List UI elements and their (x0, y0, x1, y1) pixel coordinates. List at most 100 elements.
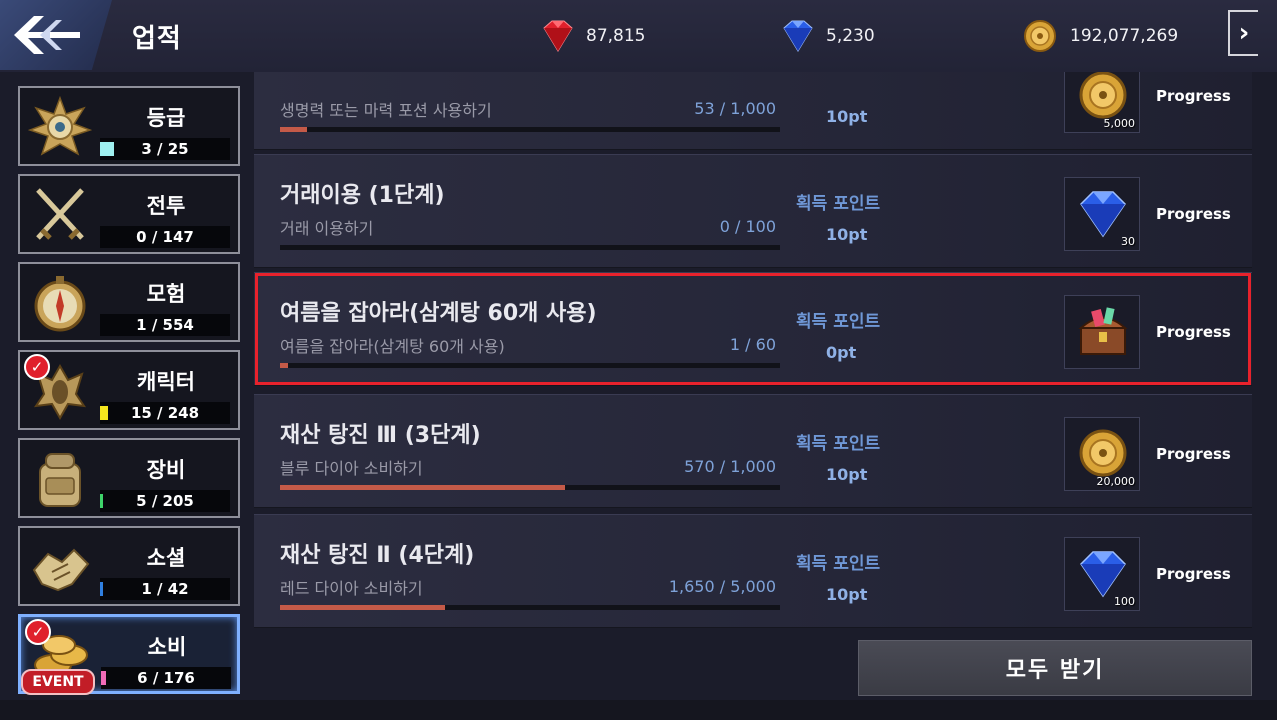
reward-slot[interactable]: 5,000 (1064, 72, 1140, 133)
event-badge: EVENT (21, 669, 95, 695)
crossed-swords-icon (36, 188, 84, 240)
achievement-list[interactable]: 생명력 또는 마력 포션 사용하기 53 / 1,000 10pt 5,000 … (254, 72, 1254, 632)
gold-coin-icon (1024, 20, 1056, 52)
achievement-progress-fill (280, 127, 307, 132)
achievement-row: 생명력 또는 마력 포션 사용하기 53 / 1,000 10pt 5,000 … (254, 72, 1252, 150)
achievement-title: 재산 탕진 Ⅱ (4단계) (280, 543, 475, 568)
category-count: 3 / 25 (141, 140, 189, 158)
category-label: 장비 (146, 458, 186, 482)
reward-slot[interactable]: 20,000 (1064, 417, 1140, 491)
achievement-progress-text: 53 / 1,000 (694, 99, 776, 118)
achievement-title: 여름을 잡아라(삼계탕 60개 사용) (280, 301, 597, 326)
category-label: 전투 (146, 194, 186, 218)
category-equipment[interactable]: 장비 5 / 205 (18, 438, 240, 518)
category-count: 6 / 176 (137, 669, 195, 687)
category-label: 소비 (147, 635, 187, 659)
category-label: 등급 (146, 106, 186, 130)
gold-amount: 192,077,269 (1070, 26, 1179, 46)
treasure-chest-icon (1078, 307, 1128, 355)
achievement-row: 재산 탕진 Ⅲ (3단계) 블루 다이아 소비하기 570 / 1,000 획득… (254, 394, 1252, 508)
points-value: 10pt (826, 585, 868, 604)
achievement-row: 재산 탕진 Ⅱ (4단계) 레드 다이아 소비하기 1,650 / 5,000 … (254, 514, 1252, 628)
category-count: 0 / 147 (136, 228, 194, 246)
back-arrow-icon[interactable] (10, 12, 86, 58)
blue-diamond-icon (783, 20, 813, 52)
claim-all-button[interactable]: 모두 받기 (858, 640, 1252, 696)
achievement-progress-fill (280, 363, 289, 368)
category-progress-bar: 1 / 554 (100, 314, 230, 336)
achievement-description: 블루 다이아 소비하기 (280, 459, 423, 478)
achievement-description: 레드 다이아 소비하기 (280, 579, 423, 598)
category-grade[interactable]: 등급 3 / 25 (18, 86, 240, 166)
achievement-row: 여름을 잡아라(삼계탕 60개 사용) 여름을 잡아라(삼계탕 60개 사용) … (254, 272, 1252, 386)
next-page-button[interactable]: › (1228, 10, 1258, 56)
category-combat[interactable]: 전투 0 / 147 (18, 174, 240, 254)
compass-icon (34, 276, 86, 332)
points-label: 획득 포인트 (796, 194, 881, 214)
achievement-title: 재산 탕진 Ⅲ (3단계) (280, 423, 481, 448)
claim-all-label: 모두 받기 (1005, 658, 1105, 683)
category-label: 모험 (146, 282, 186, 306)
blue-diamond-icon (1080, 551, 1126, 598)
category-social[interactable]: 소셜 1 / 42 (18, 526, 240, 606)
category-label: 캐릭터 (137, 370, 195, 394)
category-count: 1 / 42 (141, 580, 189, 598)
category-count: 5 / 205 (136, 492, 194, 510)
category-progress-bar: 6 / 176 (101, 667, 231, 689)
achievement-progress-bar (280, 605, 780, 610)
top-bar: 업적 87,815 5,230 192,077,269 › (0, 0, 1277, 72)
achievement-progress-bar (280, 127, 780, 132)
achievement-progress-text: 570 / 1,000 (684, 457, 776, 476)
reward-slot[interactable] (1064, 295, 1140, 369)
achievement-progress-bar (280, 245, 780, 250)
status-label: Progress (1156, 445, 1231, 463)
achievement-progress-bar (280, 363, 780, 368)
category-count: 1 / 554 (136, 316, 194, 334)
check-badge-icon: ✓ (25, 619, 51, 645)
achievement-row: 거래이용 (1단계) 거래 이용하기 0 / 100 획득 포인트 10pt 3… (254, 154, 1252, 268)
reward-slot[interactable]: 100 (1064, 537, 1140, 611)
category-character[interactable]: ✓ 캐릭터 15 / 248 (18, 350, 240, 430)
category-adventure[interactable]: 모험 1 / 554 (18, 262, 240, 342)
blue-diamond-amount: 5,230 (826, 26, 875, 46)
reward-count: 30 (1121, 235, 1135, 248)
points-label: 획득 포인트 (796, 312, 881, 332)
category-progress-bar: 15 / 248 (100, 402, 230, 424)
points-label: 획득 포인트 (796, 434, 881, 454)
points-value: 10pt (826, 465, 868, 484)
category-progress-bar: 3 / 25 (100, 138, 230, 160)
emblem-icon (28, 96, 92, 156)
achievement-description: 거래 이용하기 (280, 219, 374, 238)
points-value: 10pt (826, 225, 868, 244)
status-label: Progress (1156, 87, 1231, 105)
points-label: 획득 포인트 (796, 554, 881, 574)
gold-coin-icon (1079, 429, 1127, 477)
achievement-progress-text: 1,650 / 5,000 (668, 577, 776, 596)
page-title: 업적 (132, 24, 182, 54)
achievement-progress-fill (280, 485, 565, 490)
category-count: 15 / 248 (130, 404, 200, 422)
points-value: 0pt (826, 343, 857, 362)
reward-count: 20,000 (1096, 475, 1136, 488)
reward-slot[interactable]: 30 (1064, 177, 1140, 251)
blue-diamond-icon (1080, 191, 1126, 238)
red-diamond-amount: 87,815 (586, 26, 646, 46)
points-value: 10pt (826, 107, 868, 126)
achievement-description: 생명력 또는 마력 포션 사용하기 (280, 101, 492, 120)
status-label: Progress (1156, 323, 1231, 341)
category-consume[interactable]: ✓ EVENT 소비 6 / 176 (18, 614, 240, 695)
backpack-icon (39, 453, 81, 507)
achievement-progress-bar (280, 485, 780, 490)
category-label: 소셜 (146, 546, 186, 570)
red-diamond-icon (543, 20, 573, 52)
status-label: Progress (1156, 205, 1231, 223)
category-progress-bar: 5 / 205 (100, 490, 230, 512)
check-badge-icon: ✓ (24, 354, 50, 380)
achievement-progress-fill (280, 605, 445, 610)
achievement-description: 여름을 잡아라(삼계탕 60개 사용) (280, 337, 505, 356)
category-progress-bar: 0 / 147 (100, 226, 230, 248)
currency-red-diamond: 87,815 (536, 18, 645, 54)
achievement-title: 거래이용 (1단계) (280, 183, 445, 208)
chevron-right-icon: › (1238, 18, 1250, 48)
achievement-progress-text: 1 / 60 (729, 335, 776, 354)
